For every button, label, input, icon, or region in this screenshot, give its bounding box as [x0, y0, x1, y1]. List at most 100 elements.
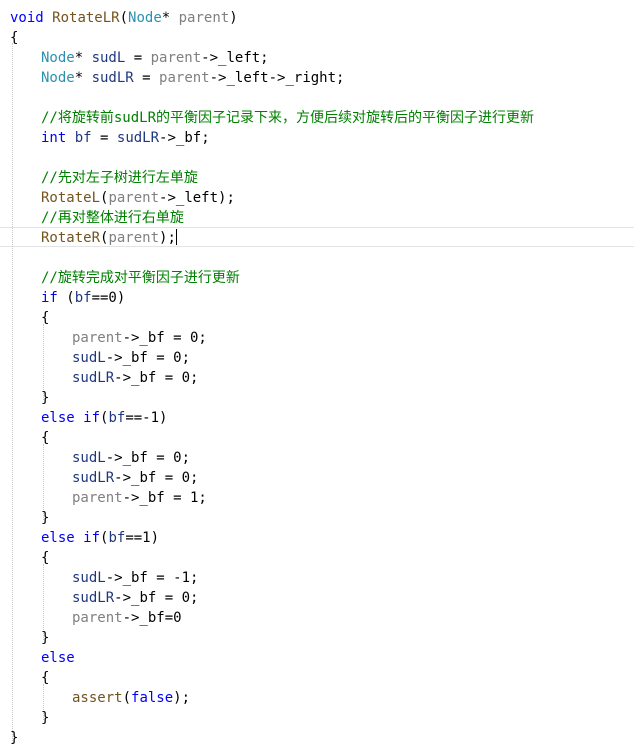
code-line[interactable]: Node* sudLR = parent->_left->_right; — [0, 68, 634, 88]
code-line[interactable]: sudLR->_bf = 0; — [0, 588, 634, 608]
code-line[interactable]: sudL->_bf = 0; — [0, 448, 634, 468]
code-token: //将旋转前sudLR的平衡因子记录下来，方便后续对旋转后的平衡因子进行更新 — [41, 110, 534, 126]
code-token: { — [41, 430, 50, 446]
code-line[interactable]: void RotateLR(Node* parent) — [0, 8, 634, 28]
code-token: int — [41, 130, 67, 146]
code-line[interactable]: } — [0, 388, 634, 408]
code-token: = — [125, 50, 151, 66]
code-token: { — [41, 670, 50, 686]
code-line[interactable]: } — [0, 508, 634, 528]
code-text: } — [41, 508, 49, 528]
code-line[interactable]: //再对整体进行右单旋 — [0, 208, 634, 228]
code-text: void RotateLR(Node* parent) — [10, 8, 238, 28]
code-token: parent — [150, 50, 202, 66]
code-editor[interactable]: void RotateLR(Node* parent){Node* sudL =… — [0, 0, 634, 748]
code-line[interactable]: int bf = sudLR->_bf; — [0, 128, 634, 148]
code-text: RotateR(parent); — [41, 228, 177, 248]
code-token: sudL — [91, 50, 126, 66]
code-line[interactable]: parent->_bf = 1; — [0, 488, 634, 508]
code-line[interactable]: //旋转完成对平衡因子进行更新 — [0, 268, 634, 288]
code-token: ); — [173, 690, 191, 706]
code-token: } — [10, 730, 19, 746]
code-token: ->_bf = 0; — [114, 370, 199, 386]
code-token: else — [41, 530, 75, 546]
code-token: parent — [108, 230, 160, 246]
code-line[interactable]: else if(bf==1) — [0, 528, 634, 548]
code-token: = — [91, 130, 117, 146]
code-token: ==-1) — [125, 410, 168, 426]
code-line[interactable]: assert(false); — [0, 688, 634, 708]
code-text: sudL->_bf = 0; — [72, 348, 190, 368]
code-token: //旋转完成对平衡因子进行更新 — [41, 270, 240, 286]
code-token: ->_left; — [201, 50, 269, 66]
code-text: } — [41, 708, 49, 728]
code-token: parent — [72, 490, 123, 506]
code-token: ==1) — [125, 530, 160, 546]
code-token: ->_bf = 1; — [122, 490, 207, 506]
code-text: sudL->_bf = 0; — [72, 448, 190, 468]
code-text: sudLR->_bf = 0; — [72, 468, 198, 488]
code-token: if — [83, 410, 101, 426]
code-line[interactable]: sudL->_bf = -1; — [0, 568, 634, 588]
code-token: * — [74, 70, 92, 86]
code-token: sudL — [72, 450, 106, 466]
code-text: //先对左子树进行左单旋 — [41, 168, 198, 188]
code-token: parent — [178, 10, 230, 26]
code-text: //再对整体进行右单旋 — [41, 208, 184, 228]
code-line[interactable] — [0, 248, 634, 268]
code-token: assert — [72, 690, 123, 706]
code-line[interactable]: if (bf==0) — [0, 288, 634, 308]
code-text: } — [41, 388, 49, 408]
code-line[interactable]: sudLR->_bf = 0; — [0, 368, 634, 388]
code-line[interactable]: parent->_bf=0 — [0, 608, 634, 628]
code-line[interactable]: } — [0, 628, 634, 648]
code-token: ->_bf; — [159, 130, 210, 146]
code-text: assert(false); — [72, 688, 190, 708]
code-line[interactable]: { — [0, 28, 634, 48]
code-line[interactable]: { — [0, 668, 634, 688]
code-line[interactable]: Node* sudL = parent->_left; — [0, 48, 634, 68]
code-text: Node* sudLR = parent->_left->_right; — [41, 68, 344, 88]
code-token: ) — [229, 10, 238, 26]
code-line[interactable]: //将旋转前sudLR的平衡因子记录下来，方便后续对旋转后的平衡因子进行更新 — [0, 108, 634, 128]
code-token: RotateR — [41, 230, 101, 246]
code-text: parent->_bf = 0; — [72, 328, 207, 348]
code-token: if — [83, 530, 101, 546]
code-line[interactable] — [0, 88, 634, 108]
code-token: else — [41, 650, 75, 666]
code-line[interactable]: RotateL(parent->_left); — [0, 188, 634, 208]
code-line[interactable]: { — [0, 548, 634, 568]
code-line[interactable]: } — [0, 708, 634, 728]
code-text: //旋转完成对平衡因子进行更新 — [41, 268, 240, 288]
code-line[interactable]: //先对左子树进行左单旋 — [0, 168, 634, 188]
code-token: } — [41, 390, 50, 406]
code-line[interactable]: else if(bf==-1) — [0, 408, 634, 428]
code-line[interactable]: sudL->_bf = 0; — [0, 348, 634, 368]
code-text: parent->_bf=0 — [72, 608, 182, 628]
code-line[interactable]: sudLR->_bf = 0; — [0, 468, 634, 488]
code-token: ( — [57, 290, 75, 306]
code-line[interactable] — [0, 148, 634, 168]
code-line[interactable]: { — [0, 308, 634, 328]
code-token: ->_left->_right; — [209, 70, 345, 86]
code-token: Node — [41, 70, 75, 86]
code-token: ->_bf = 0; — [105, 450, 191, 466]
code-line[interactable]: parent->_bf = 0; — [0, 328, 634, 348]
code-token: = — [133, 70, 160, 86]
code-token: sudL — [72, 570, 106, 586]
code-token: ( — [119, 10, 129, 26]
code-text: sudL->_bf = -1; — [72, 568, 198, 588]
code-text: { — [10, 28, 18, 48]
code-line[interactable]: RotateR(parent); — [0, 228, 634, 248]
code-token: ->_bf = -1; — [105, 570, 199, 586]
code-line[interactable]: { — [0, 428, 634, 448]
code-line[interactable]: } — [0, 728, 634, 748]
code-text: { — [41, 668, 49, 688]
code-text: Node* sudL = parent->_left; — [41, 48, 269, 68]
code-token: Node — [41, 50, 75, 66]
code-line[interactable]: else — [0, 648, 634, 668]
code-token: { — [41, 310, 50, 326]
